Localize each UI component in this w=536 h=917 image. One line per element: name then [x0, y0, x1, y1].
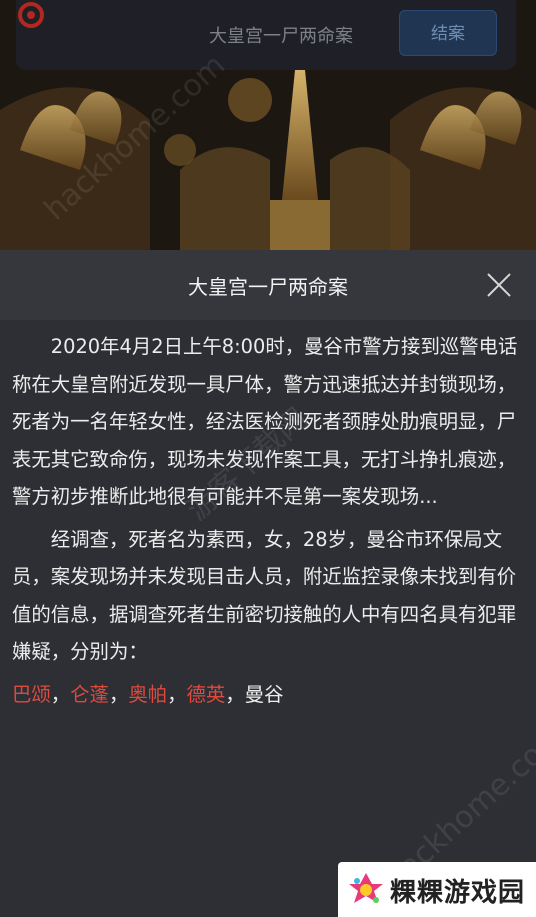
close-case-button[interactable]: 结案	[399, 10, 497, 56]
brand-name: 粿粿游戏园	[390, 878, 526, 908]
brand-logo-icon	[349, 873, 383, 903]
brand-badge: 粿粿游戏园	[338, 862, 536, 917]
case-description: 2020年4月2日上午8:00时，曼谷市警方接到巡警电话称在大皇宫附近发现一具尸…	[12, 328, 524, 713]
suspect-name[interactable]: 仑蓬	[70, 683, 109, 706]
case-title: 大皇宫一尸两命案	[209, 26, 353, 47]
background-temple-image: 大皇宫一尸两命案 结案	[0, 0, 536, 250]
case-detail-panel: 大皇宫一尸两命案 2020年4月2日上午8:00时，曼谷市警方接到巡警电话称在大…	[0, 250, 536, 917]
suspect-list: 巴颂，仑蓬，奥帕，德英，曼谷	[12, 682, 284, 706]
paragraph: 2020年4月2日上午8:00时，曼谷市警方接到巡警电话称在大皇宫附近发现一具尸…	[12, 335, 518, 508]
suspect-name[interactable]: 奥帕	[128, 683, 167, 706]
close-icon[interactable]	[484, 270, 514, 300]
suspect-name[interactable]: 巴颂	[12, 683, 51, 706]
top-bar: 大皇宫一尸两命案 结案	[16, 0, 516, 70]
paragraph: 经调查，死者名为素西，女，28岁，曼谷市环保局文员，案发现场并未发现目击人员，附…	[12, 527, 517, 664]
panel-title: 大皇宫一尸两命案	[188, 275, 348, 299]
trailing-text: 曼谷	[244, 682, 284, 706]
red-ring-icon[interactable]	[16, 0, 46, 30]
panel-header: 大皇宫一尸两命案	[0, 250, 536, 320]
suspect-name[interactable]: 德英	[187, 683, 226, 706]
